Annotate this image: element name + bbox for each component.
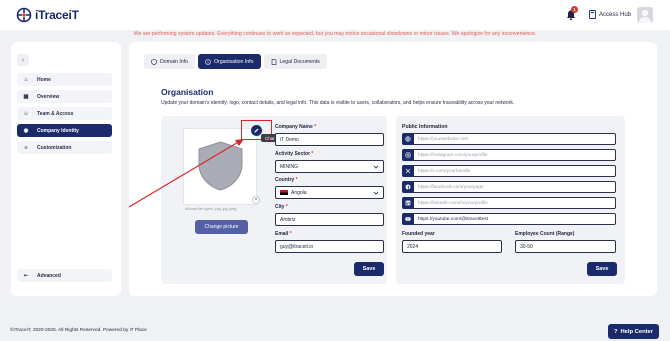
access-hub-link[interactable]: Access Hub [589, 10, 631, 19]
document-icon [271, 58, 276, 65]
tab-organisation-info[interactable]: Organisation Info [197, 54, 261, 69]
facebook-input[interactable]: https://facebook.com/yourpage [414, 181, 616, 193]
tab-domain-info[interactable]: Domain Info [144, 54, 195, 69]
sidebar-item-overview[interactable]: ▦ Overview [17, 90, 112, 103]
city-input[interactable]: Ambriz [275, 213, 384, 226]
sidebar-item-label: Advanced [37, 272, 61, 279]
organisation-save-button[interactable]: Save [354, 262, 384, 276]
activity-sector-label: Activity Sector * [275, 151, 314, 157]
logo-icon [16, 7, 32, 23]
sidebar-item-customization[interactable]: ≡ Customization [17, 141, 112, 154]
facebook-icon [402, 181, 414, 193]
help-circle-icon: ? [613, 328, 618, 335]
employee-count-label: Employee Count (Range) [515, 231, 575, 237]
youtube-field: https://youtube.com/@itraceittest [402, 213, 616, 225]
help-center-label: Help Center [620, 328, 654, 335]
youtube-input[interactable]: https://youtube.com/@itraceittest [414, 213, 616, 225]
x-field: https://x.com/yourhandle [402, 165, 616, 177]
founded-year-label: Founded year [402, 231, 435, 237]
overview-icon: ▦ [23, 93, 29, 100]
allowed-file-types-note: Allowed file types: png, jpg, jpeg. [185, 207, 238, 211]
globe-icon [402, 133, 414, 145]
change-picture-button[interactable]: Change picture [195, 220, 248, 234]
tab-label: Domain Info [160, 58, 188, 65]
identity-icon: ◉ [23, 127, 29, 134]
founded-year-input[interactable]: 2024 [402, 240, 502, 253]
youtube-icon [402, 213, 414, 225]
linkedin-field: https://linkedin.com/in/yourprofile [402, 197, 616, 209]
employee-count-input[interactable]: 30-50 [515, 240, 616, 253]
sidebar: ‹ ⌂ Home ▦ Overview ☺ Team & Access ◉ Co… [11, 42, 121, 296]
info-icon [205, 58, 211, 65]
tab-label: Organisation Info [213, 58, 254, 65]
shield-placeholder-icon [198, 141, 243, 191]
x-icon [402, 165, 414, 177]
sidebar-item-label: Overview [37, 93, 60, 100]
organisation-form-card: Change avatar × Allowed file types: png,… [161, 116, 387, 284]
public-information-title: Public Information [402, 124, 448, 130]
website-field: https://yourwebsite.com [402, 133, 616, 145]
page-title: Organisation [161, 87, 214, 97]
user-avatar[interactable] [637, 7, 653, 23]
sidebar-item-team-access[interactable]: ☺ Team & Access [17, 107, 112, 120]
shield-outline-icon [151, 58, 157, 65]
app-name: iTraceiT [35, 8, 79, 22]
advanced-icon: ⇠ [23, 272, 29, 279]
angola-flag-icon [280, 190, 288, 195]
sidebar-item-label: Team & Access [37, 110, 74, 117]
linkedin-icon [402, 197, 414, 209]
app-logo[interactable]: iTraceiT [16, 7, 79, 23]
tab-bar: Domain Info Organisation Info Legal Docu… [144, 54, 327, 69]
public-information-card: Public Information https://yourwebsite.c… [396, 116, 625, 284]
instagram-icon [402, 149, 414, 161]
page-description: Update your domain's identity: logo, con… [161, 100, 515, 106]
sidebar-item-home[interactable]: ⌂ Home [17, 73, 112, 86]
remove-picture-button[interactable]: × [252, 196, 260, 204]
access-hub-icon [589, 10, 596, 19]
country-label: Country * [275, 177, 298, 183]
website-input[interactable]: https://yourwebsite.com [414, 133, 616, 145]
instagram-field: https://instagram.com/yourprofile [402, 149, 616, 161]
sidebar-item-label: Customization [37, 144, 72, 151]
facebook-field: https://facebook.com/yourpage [402, 181, 616, 193]
home-icon: ⌂ [24, 76, 28, 83]
notification-badge: 1 [571, 6, 578, 13]
top-bar: iTraceiT 1 Access Hub [0, 0, 670, 30]
linkedin-input[interactable]: https://linkedin.com/in/yourprofile [414, 197, 616, 209]
activity-sector-value: MINING [280, 163, 299, 170]
user-silhouette-icon [639, 9, 651, 23]
access-hub-label: Access Hub [599, 11, 632, 18]
instagram-input[interactable]: https://instagram.com/yourprofile [414, 149, 616, 161]
tab-label: Legal Documents [279, 58, 320, 65]
maintenance-banner: We are performing system updates. Everyt… [133, 31, 537, 37]
country-value: Angola [291, 189, 307, 196]
main-panel: Domain Info Organisation Info Legal Docu… [129, 42, 657, 296]
email-label: Email * [275, 231, 292, 237]
country-select[interactable]: Angola [275, 186, 384, 199]
pencil-icon [254, 128, 259, 133]
tab-legal-documents[interactable]: Legal Documents [263, 54, 327, 69]
chevron-left-icon: ‹ [21, 56, 25, 64]
customization-icon: ≡ [24, 144, 28, 151]
activity-sector-select[interactable]: MINING [275, 160, 384, 173]
footer-copyright: ©iTraceiT, 2020-2025. All Rights Reserve… [10, 328, 147, 333]
collapse-sidebar-button[interactable]: ‹ [17, 54, 29, 66]
sidebar-item-label: Company Identity [37, 127, 79, 134]
chevron-down-icon [373, 165, 379, 169]
help-center-button[interactable]: ? Help Center [608, 324, 659, 339]
team-icon: ☺ [23, 110, 29, 117]
public-info-save-button[interactable]: Save [587, 262, 617, 276]
city-label: City * [275, 204, 288, 210]
x-input[interactable]: https://x.com/yourhandle [414, 165, 616, 177]
chevron-down-icon [373, 191, 379, 195]
company-name-label: Company Name * [275, 124, 317, 130]
email-input[interactable]: guy@itraceit.io [275, 240, 384, 253]
sidebar-item-company-identity[interactable]: ◉ Company Identity [17, 124, 112, 137]
sidebar-item-advanced[interactable]: ⇠ Advanced [17, 269, 112, 282]
sidebar-item-label: Home [37, 76, 51, 83]
company-name-input[interactable]: iT Demo [275, 133, 384, 146]
